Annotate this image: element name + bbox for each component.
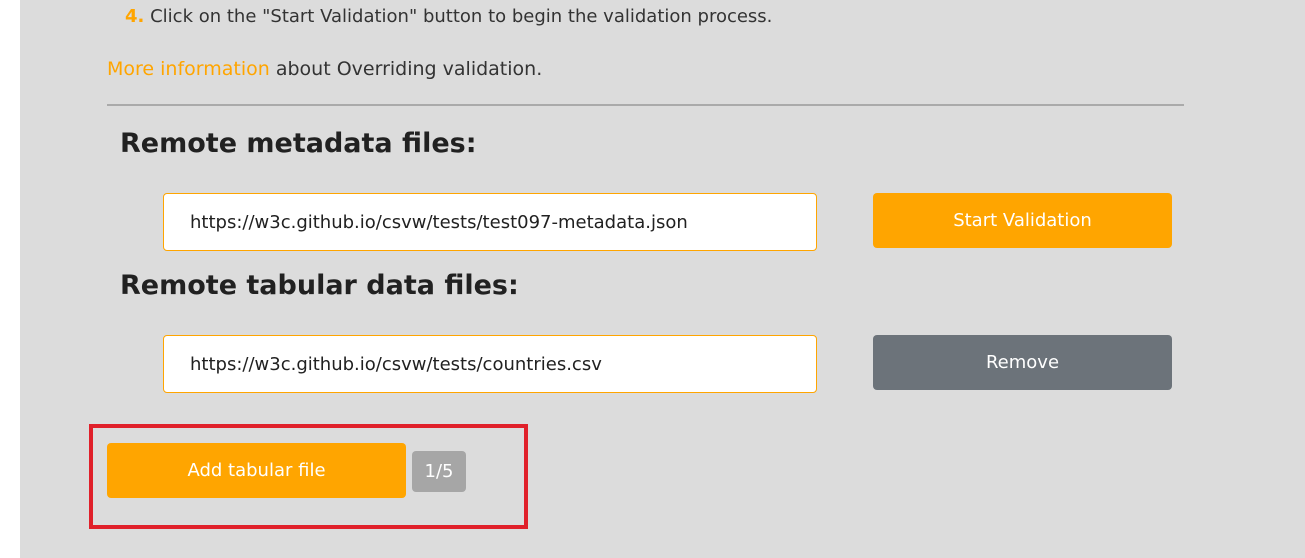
add-tabular-file-button[interactable]: Add tabular file [107,443,406,498]
tabular-url-input[interactable] [163,335,817,393]
instruction-step-4: 4. Click on the "Start Validation" butto… [125,6,772,27]
remote-tabular-title: Remote tabular data files: [120,270,519,301]
remote-metadata-title: Remote metadata files: [120,128,477,159]
tabular-file-count-badge: 1/5 [412,451,466,492]
start-validation-button[interactable]: Start Validation [873,193,1172,248]
more-information-link[interactable]: More information [107,58,270,80]
more-information-suffix: about Overriding validation. [269,58,543,80]
step-number: 4. [125,6,145,27]
more-information-line: More information about Overriding valida… [107,58,542,80]
section-divider [107,104,1184,106]
metadata-url-input[interactable] [163,193,817,251]
step-text: Click on the "Start Validation" button t… [144,6,773,27]
remove-button[interactable]: Remove [873,335,1172,390]
